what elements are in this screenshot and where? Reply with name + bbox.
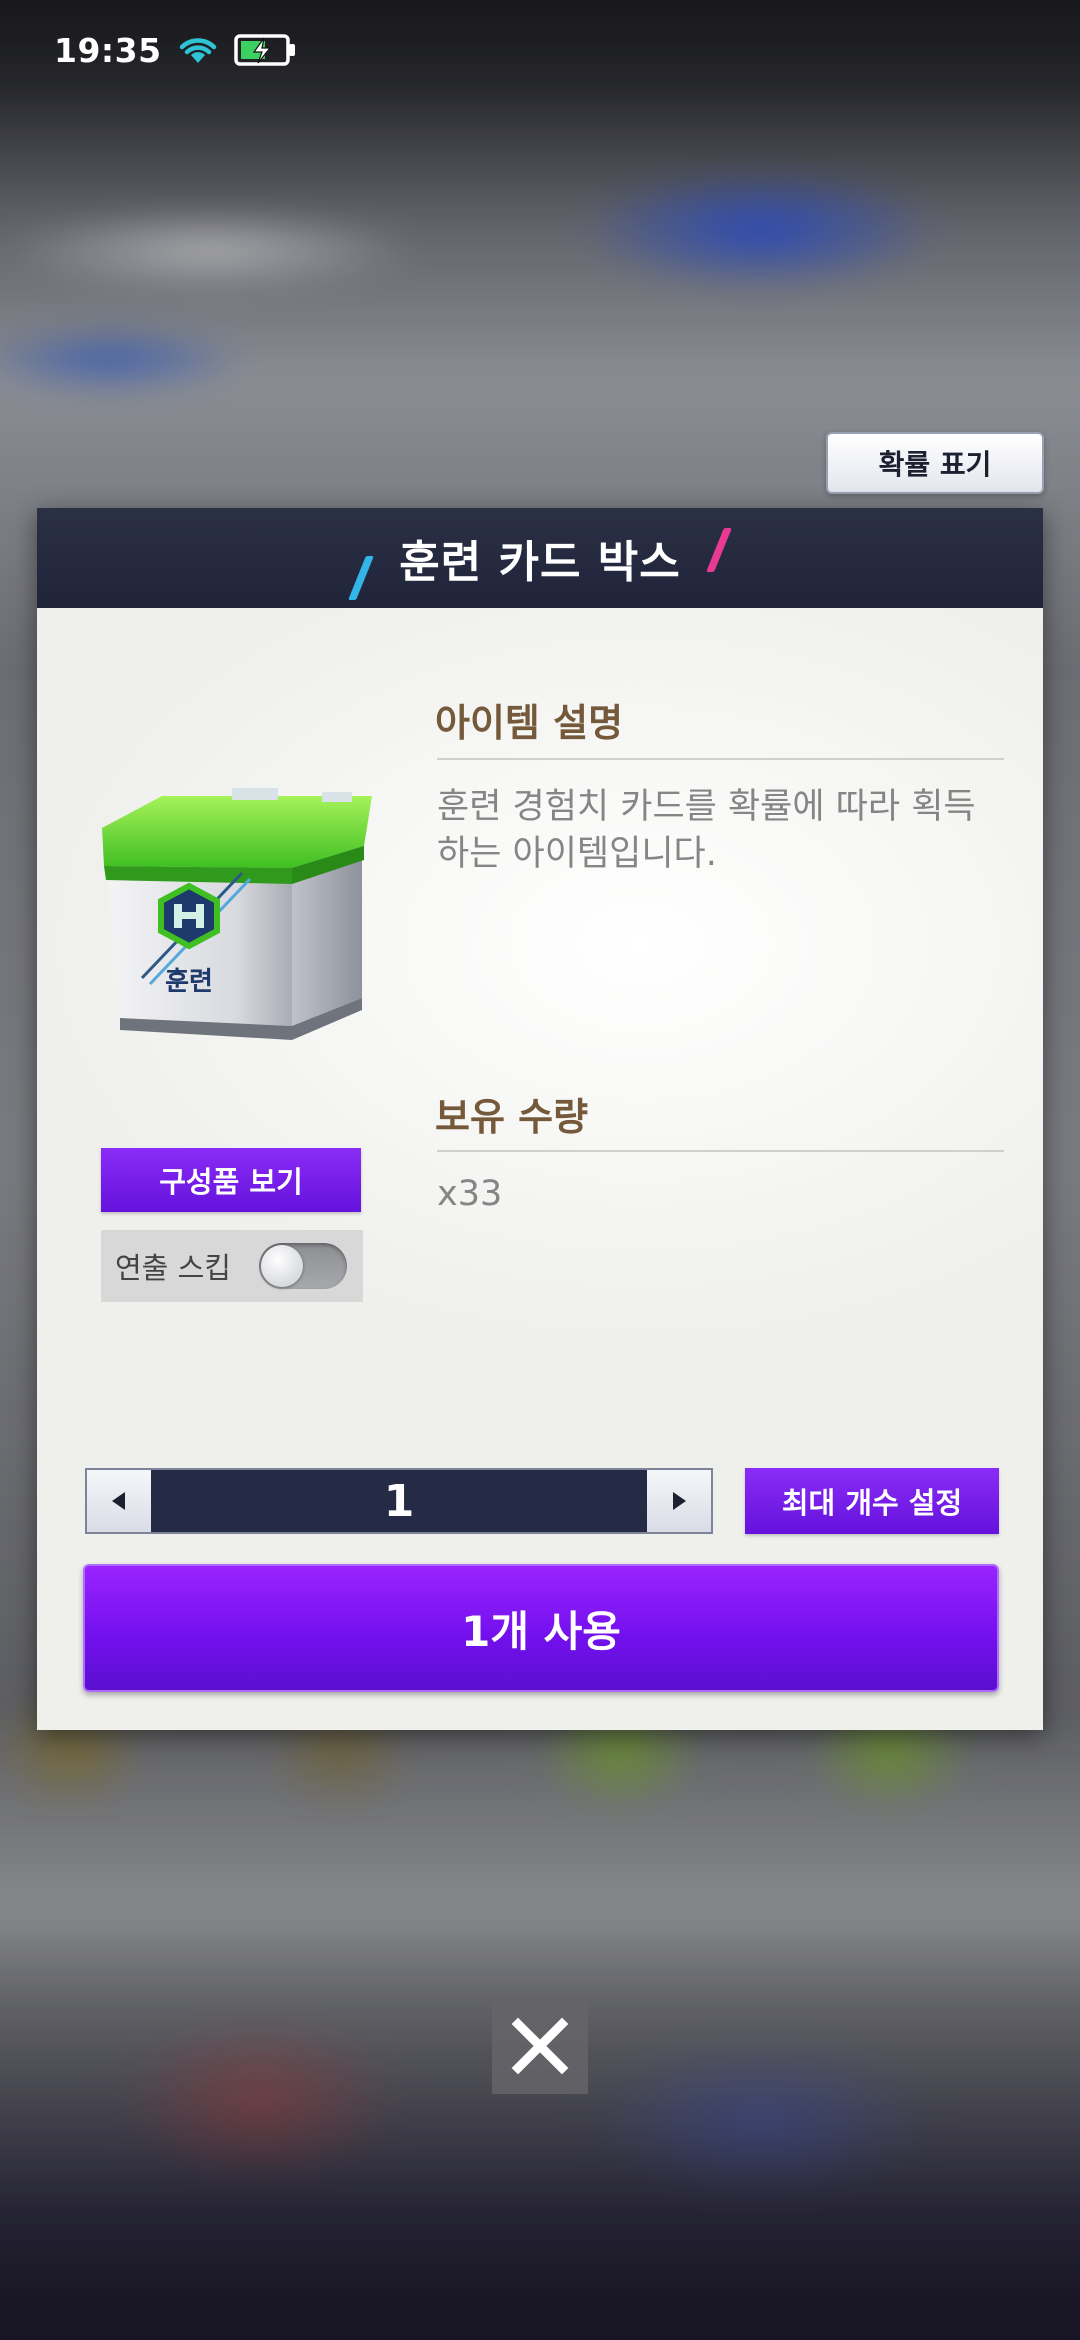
increase-button[interactable] [647,1470,711,1532]
status-bar: 19:35 [0,0,1080,100]
modal-header: 훈련 카드 박스 [37,508,1043,608]
quantity-divider [437,1150,1004,1152]
training-box-icon: 훈련 [92,768,382,1058]
wifi-icon [176,33,220,67]
triangle-left-icon [112,1492,125,1510]
description-text: 훈련 경험치 카드를 확률에 따라 획득하는 아이템입니다. [437,787,976,874]
triangle-right-icon [673,1492,686,1510]
title-slash-right [706,528,732,572]
close-button[interactable] [492,1998,588,2094]
skip-animation-label: 연출 스킵 [115,1251,231,1285]
modal-title: 훈련 카드 박스 [399,537,681,588]
description-divider [437,758,1004,760]
description-title: 아이템 설명 [435,701,624,745]
title-slash-left [348,556,374,600]
quantity-title: 보유 수량 [435,1095,589,1139]
skip-animation-toggle[interactable] [259,1243,347,1289]
skip-animation-row: 연출 스킵 [101,1230,363,1302]
battery-charging-icon [233,33,298,67]
modal-body: 훈련 아이템 설명 훈련 경험치 카드를 확률에 따라 획득하는 아이템입니다.… [37,608,1043,1730]
toggle-knob [261,1245,303,1287]
view-components-button[interactable]: 구성품 보기 [101,1148,361,1212]
item-modal: 훈련 카드 박스 훈련 아이템 설명 훈련 경험치 카드를 확률에 따라 획득하… [37,508,1043,1730]
set-max-count-button[interactable]: 최대 개수 설정 [745,1468,999,1534]
probability-button[interactable]: 확률 표기 [826,432,1044,494]
decrease-button[interactable] [87,1470,151,1532]
close-icon [511,2017,569,2075]
quantity-stepper: 1 [85,1468,713,1534]
quantity-value: x33 [437,1174,503,1214]
status-time: 19:35 [54,30,162,70]
box-emblem-label: 훈련 [165,967,213,997]
use-item-button[interactable]: 1개 사용 [83,1564,999,1692]
stepper-value[interactable]: 1 [151,1470,647,1532]
